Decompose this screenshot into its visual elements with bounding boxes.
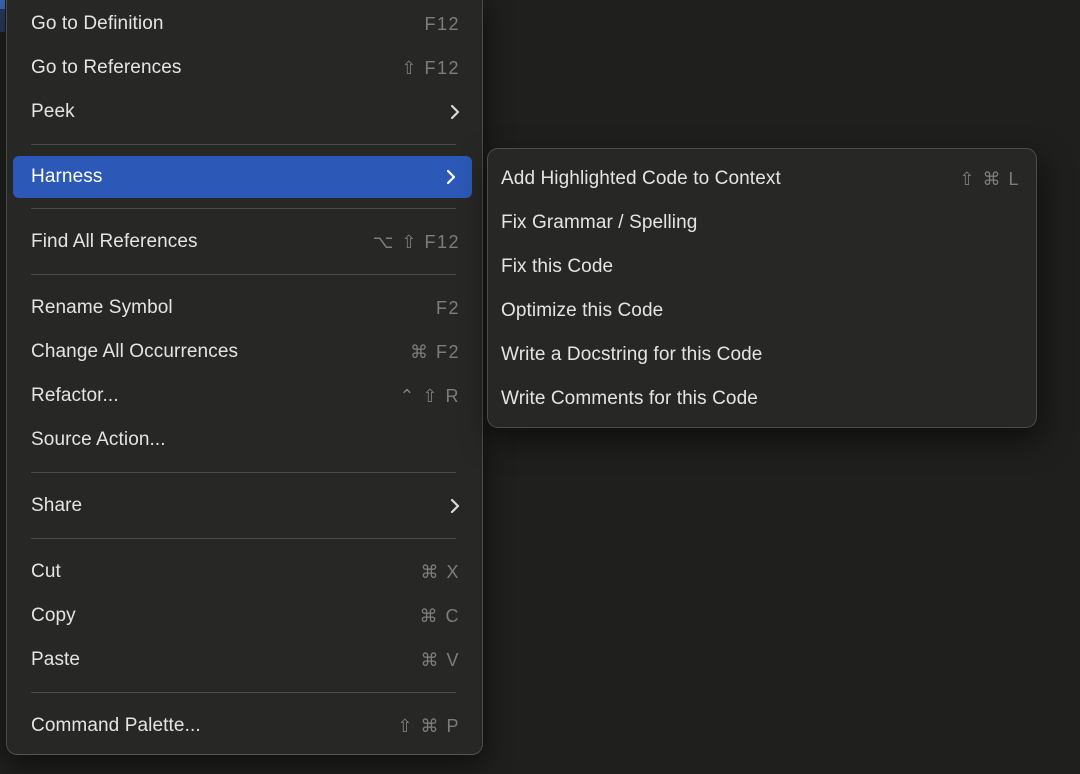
harness-submenu: Add Highlighted Code to Context ⇧ ⌘ L Fi… [487,148,1037,428]
menu-item-shortcut: ⌘ C [420,606,461,627]
context-menu: Go to Definition F12 Go to References ⇧ … [6,0,483,755]
menu-item-label: Go to Definition [31,13,164,35]
menu-item-shortcut: ⇧ ⌘ L [959,169,1020,190]
menu-item-label: Fix this Code [501,256,613,278]
submenu-chevron-icon [446,169,456,185]
menu-item-label: Share [31,495,82,517]
submenu-item-fix-this-code[interactable]: Fix this Code [488,245,1036,289]
menu-item-label: Copy [31,605,76,627]
menu-item-shortcut: ⌘ X [420,562,460,583]
menu-separator [31,274,456,275]
menu-item-copy[interactable]: Copy ⌘ C [7,594,482,638]
menu-item-source-action[interactable]: Source Action... [7,418,482,462]
menu-item-change-all-occurrences[interactable]: Change All Occurrences ⌘ F2 [7,330,482,374]
menu-item-peek[interactable]: Peek [7,90,482,134]
menu-item-label: Refactor... [31,385,119,407]
menu-item-shortcut: ⌘ V [420,650,460,671]
menu-separator [31,208,456,209]
submenu-item-add-highlighted-code-to-context[interactable]: Add Highlighted Code to Context ⇧ ⌘ L [488,157,1036,201]
menu-item-paste[interactable]: Paste ⌘ V [7,638,482,682]
background-blue-fragment [0,0,5,9]
menu-item-shortcut: F12 [424,14,460,35]
menu-item-find-all-references[interactable]: Find All References ⌥ ⇧ F12 [7,220,482,264]
menu-separator [31,692,456,693]
menu-separator [31,144,456,145]
menu-item-share[interactable]: Share [7,484,482,528]
menu-item-label: Write a Docstring for this Code [501,344,762,366]
menu-item-go-to-references[interactable]: Go to References ⇧ F12 [7,46,482,90]
menu-item-label: Fix Grammar / Spelling [501,212,697,234]
background-edge-sliver [0,0,5,40]
submenu-chevron-icon [450,104,460,120]
menu-item-label: Harness [31,166,102,188]
menu-separator [31,472,456,473]
menu-item-shortcut: ⌥ ⇧ F12 [373,232,460,253]
submenu-item-write-comments-for-this-code[interactable]: Write Comments for this Code [488,377,1036,421]
menu-item-label: Command Palette... [31,715,201,737]
menu-item-label: Optimize this Code [501,300,663,322]
background-navy-fragment [0,9,5,32]
submenu-item-optimize-this-code[interactable]: Optimize this Code [488,289,1036,333]
submenu-chevron-icon [450,498,460,514]
menu-item-cut[interactable]: Cut ⌘ X [7,550,482,594]
menu-item-label: Rename Symbol [31,297,173,319]
menu-item-label: Peek [31,101,75,123]
menu-item-label: Cut [31,561,61,583]
menu-item-label: Change All Occurrences [31,341,238,363]
menu-item-shortcut: ⇧ F12 [401,58,460,79]
menu-item-label: Write Comments for this Code [501,388,758,410]
menu-item-refactor[interactable]: Refactor... ⌃ ⇧ R [7,374,482,418]
submenu-item-write-a-docstring-for-this-code[interactable]: Write a Docstring for this Code [488,333,1036,377]
screen: Go to Definition F12 Go to References ⇧ … [0,0,1080,774]
menu-item-harness[interactable]: Harness [13,156,472,198]
menu-item-shortcut: ⇧ ⌘ P [397,716,460,737]
menu-item-shortcut: ⌃ ⇧ R [399,386,460,407]
menu-item-shortcut: F2 [436,298,460,319]
menu-separator [31,538,456,539]
menu-item-label: Find All References [31,231,198,253]
menu-item-label: Source Action... [31,429,166,451]
menu-item-rename-symbol[interactable]: Rename Symbol F2 [7,286,482,330]
submenu-item-fix-grammar-spelling[interactable]: Fix Grammar / Spelling [488,201,1036,245]
menu-item-go-to-definition[interactable]: Go to Definition F12 [7,2,482,46]
menu-item-label: Go to References [31,57,182,79]
menu-item-label: Add Highlighted Code to Context [501,168,781,190]
menu-item-label: Paste [31,649,80,671]
menu-item-command-palette[interactable]: Command Palette... ⇧ ⌘ P [7,704,482,748]
menu-item-shortcut: ⌘ F2 [410,342,460,363]
